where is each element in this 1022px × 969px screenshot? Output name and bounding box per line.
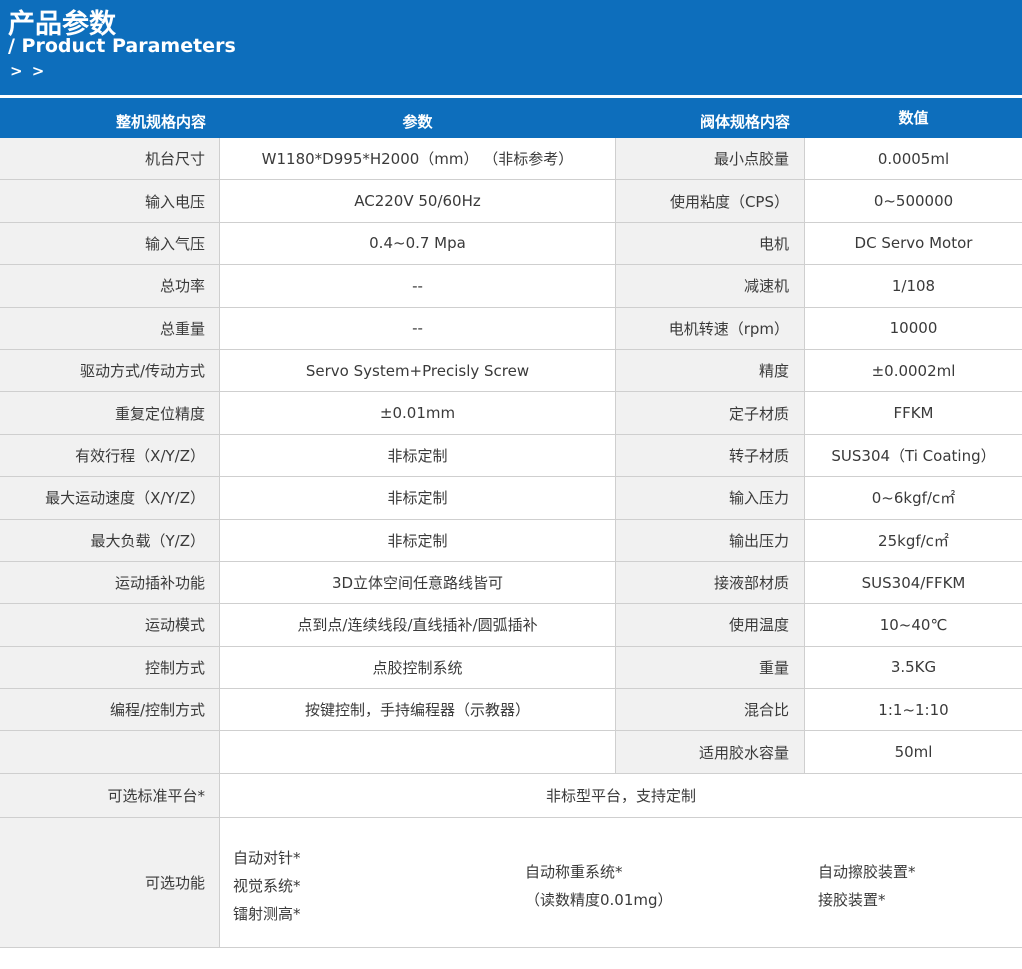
- table-row: 编程/控制方式 按键控制，手持编程器（示教器） 混合比 1:1~1:10: [0, 689, 1022, 732]
- spec-value: Servo System+Precisly Screw: [220, 349, 616, 392]
- valve-spec-value: 1/108: [891, 276, 936, 295]
- feature-item: 自动擦胶装置*: [818, 863, 916, 881]
- valve-spec-value: 0.0005ml: [877, 149, 950, 168]
- spec-label: 输入电压: [0, 180, 220, 222]
- table-row: 输入电压 AC220V 50/60Hz 使用粘度（CPS） 0~500000: [0, 180, 1022, 223]
- valve-spec-label: 电机: [616, 222, 805, 265]
- valve-spec-label: 精度: [616, 349, 805, 392]
- spec-value: 非标定制: [220, 519, 616, 561]
- spec-value: ±0.01mm: [220, 392, 616, 434]
- feature-item: 自动对针*: [233, 849, 301, 867]
- column-header-value: 数值: [898, 109, 929, 127]
- feature-group-3: 自动擦胶装置* 接胶装置*: [818, 858, 916, 914]
- spec-value: 按键控制，手持编程器（示教器）: [220, 689, 616, 731]
- spec-label: 总功率: [0, 265, 220, 307]
- valve-spec-value: DC Servo Motor: [854, 234, 973, 253]
- valve-spec-label: 适用胶水容量: [616, 731, 805, 773]
- table-row: 总功率 -- 减速机 1/108: [0, 265, 1022, 308]
- valve-spec-label: 减速机: [616, 265, 805, 307]
- feature-item: 自动称重系统*: [525, 863, 623, 881]
- valve-spec-label: 重量: [616, 646, 805, 689]
- valve-spec-label: 使用粘度（CPS）: [616, 180, 805, 222]
- feature-item: （读数精度0.01mg）: [525, 891, 673, 909]
- valve-spec-label: 接液部材质: [616, 561, 805, 604]
- spec-label: 最大运动速度（X/Y/Z）: [0, 477, 220, 519]
- table-row: 有效行程（X/Y/Z） 非标定制 转子材质 SUS304（Ti Coating）: [0, 434, 1022, 478]
- spec-value: 0.4~0.7 Mpa: [220, 222, 616, 265]
- valve-spec-value: 50ml: [894, 743, 933, 762]
- table-row: 控制方式 点胶控制系统 重量 3.5KG: [0, 646, 1022, 690]
- table-row: 最大负载（Y/Z） 非标定制 输出压力 25kgf/c㎡: [0, 519, 1022, 562]
- spec-value: 非标定制: [220, 434, 616, 477]
- spec-label: 控制方式: [0, 646, 220, 689]
- spec-value: AC220V 50/60Hz: [220, 180, 616, 222]
- arrow-icon: > >: [10, 62, 47, 80]
- table-row: 运动模式 点到点/连续线段/直线插补/圆弧插补 使用温度 10~40℃: [0, 604, 1022, 647]
- spec-label: 输入气压: [0, 222, 220, 265]
- spec-label: 最大负载（Y/Z）: [0, 519, 220, 561]
- feature-group-1: 自动对针* 视觉系统* 镭射测高*: [233, 844, 301, 928]
- features-label: 可选功能: [0, 818, 220, 947]
- platform-row: 可选标准平台* 非标型平台，支持定制: [0, 774, 1022, 818]
- spec-value: W1180*D995*H2000（mm） （非标参考）: [220, 138, 616, 180]
- features-row: 可选功能 自动对针* 视觉系统* 镭射测高* 自动称重系统* （读数精度0.01…: [0, 818, 1022, 948]
- platform-label: 可选标准平台*: [0, 774, 220, 817]
- spec-value: --: [220, 265, 616, 307]
- valve-spec-label: 混合比: [616, 689, 805, 731]
- spec-value: 点到点/连续线段/直线插补/圆弧插补: [220, 604, 616, 646]
- column-header-parameter: 参数: [402, 113, 433, 131]
- valve-spec-value: 3.5KG: [890, 658, 937, 677]
- valve-spec-value: ±0.0002ml: [871, 361, 956, 380]
- spec-label: 总重量: [0, 307, 220, 349]
- table-row: 输入气压 0.4~0.7 Mpa 电机 DC Servo Motor: [0, 222, 1022, 266]
- valve-spec-label: 转子材质: [616, 434, 805, 477]
- table-row: 运动插补功能 3D立体空间任意路线皆可 接液部材质 SUS304/FFKM: [0, 561, 1022, 605]
- spec-label: 机台尺寸: [0, 138, 220, 180]
- table-row: 机台尺寸 W1180*D995*H2000（mm） （非标参考） 最小点胶量 0.00…: [0, 138, 1022, 181]
- spec-value: 非标定制: [220, 477, 616, 519]
- platform-value: 非标型平台，支持定制: [545, 787, 696, 805]
- spec-value: 3D立体空间任意路线皆可: [220, 561, 616, 604]
- valve-spec-value: FFKM: [893, 404, 934, 423]
- valve-spec-label: 电机转速（rpm）: [616, 307, 805, 349]
- valve-spec-label: 定子材质: [616, 392, 805, 434]
- valve-spec-label: 最小点胶量: [616, 138, 805, 180]
- table-row: 总重量 -- 电机转速（rpm） 10000: [0, 307, 1022, 350]
- spec-label: 有效行程（X/Y/Z）: [0, 434, 220, 477]
- valve-spec-value: 1:1~1:10: [878, 700, 949, 719]
- valve-spec-value: 10000: [889, 319, 938, 338]
- spec-label: 驱动方式/传动方式: [0, 349, 220, 392]
- valve-spec-label: 输出压力: [616, 519, 805, 561]
- valve-spec-value: SUS304（Ti Coating）: [831, 446, 996, 465]
- table-row: 最大运动速度（X/Y/Z） 非标定制 输入压力 0~6kgf/c㎡: [0, 477, 1022, 520]
- spec-value: 点胶控制系统: [220, 646, 616, 689]
- valve-spec-label: 使用温度: [616, 604, 805, 646]
- spec-label: [0, 731, 220, 773]
- valve-spec-value: 10~40℃: [879, 615, 948, 634]
- column-header-machine-spec: 整机规格内容: [115, 113, 206, 131]
- valve-spec-value: SUS304/FFKM: [861, 573, 966, 592]
- feature-item: 镭射测高*: [233, 905, 301, 923]
- table-header: 整机规格内容 参数 阀体规格内容 数值: [0, 98, 1022, 138]
- page-subtitle: / Product Parameters: [8, 35, 236, 57]
- spec-label: 运动插补功能: [0, 561, 220, 604]
- column-header-valve-spec: 阀体规格内容: [699, 113, 790, 131]
- feature-group-2: 自动称重系统* （读数精度0.01mg）: [525, 858, 673, 914]
- valve-spec-value: 0~500000: [873, 192, 954, 211]
- spec-label: 编程/控制方式: [0, 689, 220, 731]
- spec-value: --: [220, 307, 616, 349]
- header-banner: 产品参数 / Product Parameters > >: [0, 0, 1022, 95]
- table-row: 重复定位精度 ±0.01mm 定子材质 FFKM: [0, 392, 1022, 435]
- feature-item: 视觉系统*: [233, 877, 301, 895]
- table-row: 适用胶水容量 50ml: [0, 731, 1022, 774]
- spec-label: 运动模式: [0, 604, 220, 646]
- spec-label: 重复定位精度: [0, 392, 220, 434]
- feature-item: 接胶装置*: [818, 891, 886, 909]
- valve-spec-label: 输入压力: [616, 477, 805, 519]
- table-row: 驱动方式/传动方式 Servo System+Precisly Screw 精度 ±0…: [0, 349, 1022, 393]
- spec-value: [220, 731, 616, 773]
- spec-table: 机台尺寸 W1180*D995*H2000（mm） （非标参考） 最小点胶量 0.00…: [0, 138, 1022, 774]
- valve-spec-value: 25kgf/c㎡: [878, 531, 949, 550]
- valve-spec-value: 0~6kgf/c㎡: [871, 489, 956, 508]
